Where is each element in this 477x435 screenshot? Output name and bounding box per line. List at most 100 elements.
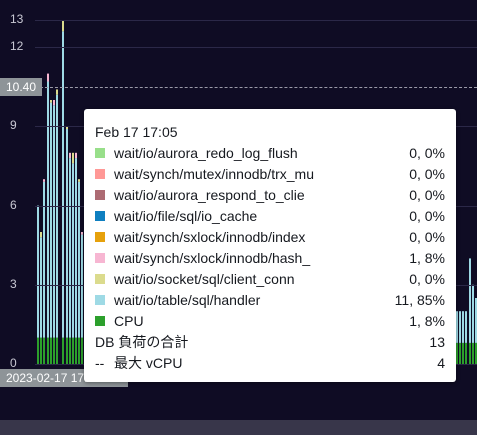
chart-bar xyxy=(75,158,77,338)
chart-bar xyxy=(472,342,474,364)
chart-bar xyxy=(50,102,52,338)
chart-bar xyxy=(43,337,45,364)
tooltip-row: wait/synch/sxlock/innodb/index 0, 0% xyxy=(95,226,445,247)
chart-bar xyxy=(72,163,74,338)
chart-bar xyxy=(75,337,77,364)
tooltip-row-name: CPU xyxy=(114,312,144,329)
max-vcpu-line xyxy=(40,87,477,88)
gridline xyxy=(35,20,477,21)
chart-bar xyxy=(47,81,49,338)
chart-bar xyxy=(69,152,71,159)
chart-bar xyxy=(459,342,461,364)
legend-swatch xyxy=(95,189,105,200)
chart-bar xyxy=(53,100,55,106)
tooltip-row-value: 1, 8% xyxy=(409,249,445,266)
legend-swatch xyxy=(95,252,105,263)
chart-bar xyxy=(81,234,83,338)
gridline xyxy=(35,47,477,48)
tooltip-row-name: wait/io/table/sql/handler xyxy=(114,291,261,308)
tooltip-total-row: DB 負荷の合計 13 xyxy=(95,331,445,352)
chart-bar xyxy=(47,337,49,364)
chart-bar xyxy=(53,105,55,338)
tooltip-row-name: wait/synch/sxlock/innodb/hash_ xyxy=(114,249,311,266)
chart-bar xyxy=(37,337,39,364)
tooltip-row-name: wait/io/file/sql/io_cache xyxy=(114,207,258,224)
tooltip-row-value: 0, 0% xyxy=(409,186,445,203)
tooltip-max-vcpu-value: 4 xyxy=(437,354,445,371)
tooltip-row-name: wait/synch/mutex/innodb/trx_mu xyxy=(114,165,314,182)
chart-bar xyxy=(56,94,58,338)
tooltip-total-value: 13 xyxy=(429,333,445,350)
chart-bar xyxy=(40,232,42,238)
legend-swatch xyxy=(95,147,105,158)
chart-bar xyxy=(72,152,74,164)
chart-bar xyxy=(469,258,471,343)
tooltip-row-name: wait/io/aurora_respond_to_clie xyxy=(114,186,305,203)
chart-bar xyxy=(66,129,68,338)
tooltip-row-value: 0, 0% xyxy=(409,207,445,224)
tooltip-row-name: wait/io/socket/sql/client_conn xyxy=(114,270,295,287)
tooltip-row: wait/io/socket/sql/client_conn 0, 0% xyxy=(95,268,445,289)
tooltip-max-vcpu-label: 最大 vCPU xyxy=(114,354,183,371)
chart-bar xyxy=(78,337,80,364)
tooltip-row: wait/synch/mutex/innodb/trx_mu 0, 0% xyxy=(95,163,445,184)
chart-bar xyxy=(472,284,474,343)
y-tick-label: 12 xyxy=(10,39,24,53)
chart-bar xyxy=(456,311,458,343)
y-tick-label: 6 xyxy=(10,198,17,212)
tooltip-row-name: wait/synch/sxlock/innodb/index xyxy=(114,228,306,245)
chart-bar xyxy=(40,237,42,338)
chart-bar xyxy=(81,232,83,235)
chart-bar xyxy=(69,158,71,338)
tooltip-row: wait/io/file/sql/io_cache 0, 0% xyxy=(95,205,445,226)
chart-bar xyxy=(459,311,461,343)
y-tick-label: 3 xyxy=(10,277,17,291)
tooltip-row: CPU 1, 8% xyxy=(95,310,445,331)
tooltip-row-value: 0, 0% xyxy=(409,228,445,245)
chart-bar xyxy=(66,337,68,364)
tooltip-title: Feb 17 17:05 xyxy=(95,124,178,140)
chart-bar xyxy=(50,100,52,103)
chart-bar xyxy=(37,205,39,338)
tooltip-row: wait/io/table/sql/handler 11, 85% xyxy=(95,289,445,310)
chart-bar xyxy=(469,342,471,364)
dashed-line-icon: -- xyxy=(95,354,105,371)
chart-bar xyxy=(62,337,64,364)
tooltip-row: wait/io/aurora_redo_log_flush 0, 0% xyxy=(95,142,445,163)
chart-bar xyxy=(56,337,58,364)
chart-bar xyxy=(72,337,74,364)
tooltip-row-value: 1, 8% xyxy=(409,312,445,329)
chart-bar xyxy=(62,31,64,338)
legend-swatch xyxy=(95,315,105,326)
y-tick-label: 9 xyxy=(10,118,17,132)
tooltip-row: wait/io/aurora_respond_to_clie 0, 0% xyxy=(95,184,445,205)
chart-bar xyxy=(465,342,467,364)
tooltip-max-vcpu-row: -- 最大 vCPU 4 xyxy=(95,352,445,373)
legend-swatch xyxy=(95,210,105,221)
chart-bar xyxy=(462,311,464,343)
chart-bar xyxy=(69,337,71,364)
tooltip-total-label: DB 負荷の合計 xyxy=(95,333,189,350)
chart-bar xyxy=(53,337,55,364)
chart-bar xyxy=(43,179,45,182)
chart-tooltip: Feb 17 17:05 wait/io/aurora_redo_log_flu… xyxy=(84,109,456,382)
tooltip-row-value: 0, 0% xyxy=(409,270,445,287)
legend-swatch xyxy=(95,294,105,305)
horizontal-scrollbar[interactable] xyxy=(0,420,477,435)
chart-bar xyxy=(75,152,77,159)
tooltip-row-value: 0, 0% xyxy=(409,165,445,182)
y-tick-label: 13 xyxy=(10,12,24,26)
y-tick-label: 0 xyxy=(10,356,17,370)
chart-bar xyxy=(462,342,464,364)
legend-swatch xyxy=(95,168,105,179)
tooltip-row-value: 11, 85% xyxy=(394,291,445,308)
crosshair-value-label: 10.40 xyxy=(0,78,43,96)
chart-bar xyxy=(56,89,58,95)
tooltip-row-value: 0, 0% xyxy=(409,144,445,161)
legend-swatch xyxy=(95,231,105,242)
chart-bar xyxy=(50,337,52,364)
chart-bar xyxy=(456,342,458,364)
legend-swatch xyxy=(95,273,105,284)
tooltip-row-name: wait/io/aurora_redo_log_flush xyxy=(114,144,298,161)
chart-bar xyxy=(465,311,467,343)
